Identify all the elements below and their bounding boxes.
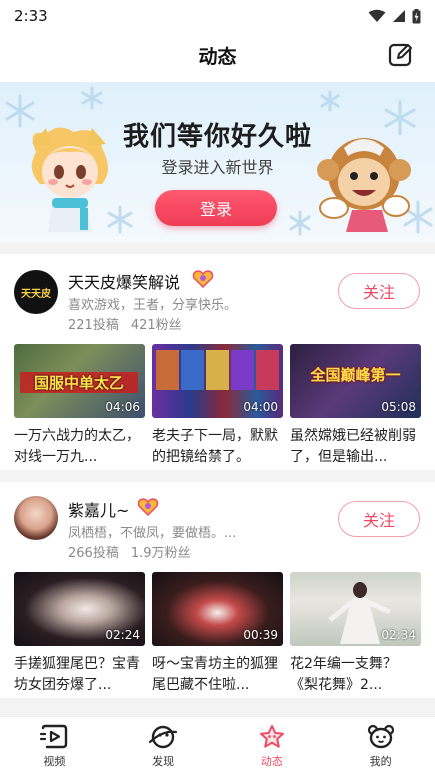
- fan-count: 1.9万粉丝: [130, 546, 191, 561]
- thumbnail-caption: 国服中单太乙: [20, 372, 138, 393]
- avatar[interactable]: [14, 496, 58, 540]
- video-play-icon: [40, 724, 68, 749]
- video-item[interactable]: 国服中单太乙 04:06 一万六战力的太乙，对线一万九...: [14, 344, 145, 468]
- bottom-tab-bar: 视频 发现 动态 我的: [0, 716, 435, 773]
- edit-button[interactable]: [387, 41, 415, 69]
- login-button[interactable]: 登录: [155, 190, 277, 226]
- app-header: 动态: [0, 32, 435, 78]
- tab-label: 视频: [43, 755, 66, 768]
- video-thumbnail[interactable]: 02:24: [14, 572, 145, 646]
- banner-subtitle: 登录进入新世界: [161, 158, 274, 177]
- follow-button[interactable]: 关注: [338, 273, 420, 309]
- status-icons: [368, 8, 421, 24]
- tab-label: 我的: [369, 755, 392, 768]
- video-thumbnail[interactable]: 02:34: [290, 572, 421, 646]
- section-divider: [0, 698, 435, 716]
- video-item[interactable]: 全国巅峰第一 05:08 虽然嫦娥已经被削弱了，但是输出...: [290, 344, 421, 468]
- video-title[interactable]: 老夫子下一局，默默的把镜给禁了。: [152, 426, 283, 468]
- edit-icon: [388, 43, 412, 67]
- tab-discover[interactable]: 发现: [109, 717, 218, 773]
- user-stats: 221投稿 421粉丝: [68, 314, 182, 333]
- status-time: 2:33: [14, 7, 48, 25]
- bear-face-icon: [367, 724, 394, 749]
- tab-video[interactable]: 视频: [0, 717, 109, 773]
- video-duration: 04:00: [243, 400, 278, 414]
- video-item[interactable]: 02:34 花2年编一支舞？《梨花舞》2...: [290, 572, 421, 696]
- signal-icon: [393, 10, 405, 22]
- video-duration: 04:06: [105, 400, 140, 414]
- hero-grid: [156, 350, 279, 390]
- section-divider: [0, 470, 435, 482]
- video-duration: 05:08: [381, 400, 416, 414]
- video-title[interactable]: 花2年编一支舞？《梨花舞》2...: [290, 654, 421, 696]
- status-bar: 2:33: [0, 0, 435, 32]
- video-duration: 02:34: [381, 628, 416, 642]
- star-icon: [259, 725, 284, 748]
- banner-title: 我们等你好久啦: [122, 122, 312, 152]
- user-stats: 266投稿 1.9万粉丝: [68, 542, 191, 561]
- section-divider: [0, 242, 435, 254]
- feed-card: 天天皮 天天皮爆笑解说 喜欢游戏，王者，分享快乐。 221投稿 421粉丝 关注 …: [0, 268, 435, 468]
- video-row: 国服中单太乙 04:06 一万六战力的太乙，对线一万九... 04:00 老夫子…: [14, 344, 421, 468]
- login-banner[interactable]: 我们等你好久啦 登录进入新世界 登录: [0, 82, 435, 242]
- video-row: 02:24 手搓狐狸尾巴？宝青坊女团夯爆了... 00:39 呀～宝青坊主的狐狸…: [14, 572, 421, 696]
- post-count: 221投稿: [68, 318, 119, 333]
- user-name[interactable]: 天天皮爆笑解说: [68, 269, 180, 293]
- video-duration: 00:39: [243, 628, 278, 642]
- tab-mine[interactable]: 我的: [326, 717, 435, 773]
- vip-heart-icon: [192, 270, 214, 288]
- avatar-text: 天天皮: [21, 288, 51, 300]
- video-thumbnail[interactable]: 国服中单太乙 04:06: [14, 344, 145, 418]
- video-item[interactable]: 00:39 呀～宝青坊主的狐狸尾巴藏不住啦...: [152, 572, 283, 696]
- video-title[interactable]: 虽然嫦娥已经被削弱了，但是输出...: [290, 426, 421, 468]
- video-title[interactable]: 手搓狐狸尾巴？宝青坊女团夯爆了...: [14, 654, 145, 696]
- video-item[interactable]: 02:24 手搓狐狸尾巴？宝青坊女团夯爆了...: [14, 572, 145, 696]
- video-thumbnail[interactable]: 04:00: [152, 344, 283, 418]
- user-description: 喜欢游戏，王者，分享快乐。: [68, 298, 238, 313]
- user-name[interactable]: 紫嘉儿~: [68, 497, 129, 521]
- video-thumbnail[interactable]: 00:39: [152, 572, 283, 646]
- post-count: 266投稿: [68, 546, 119, 561]
- video-title[interactable]: 一万六战力的太乙，对线一万九...: [14, 426, 145, 468]
- fan-count: 421粉丝: [130, 318, 182, 333]
- avatar[interactable]: 天天皮: [14, 270, 58, 314]
- video-title[interactable]: 呀～宝青坊主的狐狸尾巴藏不住啦...: [152, 654, 283, 696]
- planet-icon: [149, 725, 178, 749]
- tab-feed[interactable]: 动态: [218, 717, 327, 773]
- wifi-icon: [368, 9, 386, 22]
- battery-charging-icon: [412, 8, 421, 23]
- user-description: 凤栖梧，不做凤，要做梧。...: [68, 526, 237, 541]
- feed-card: 紫嘉儿~ 凤栖梧，不做凤，要做梧。... 266投稿 1.9万粉丝 关注 02:2…: [0, 496, 435, 696]
- video-item[interactable]: 04:00 老夫子下一局，默默的把镜给禁了。: [152, 344, 283, 468]
- tab-label: 发现: [152, 755, 175, 768]
- page-title: 动态: [198, 45, 237, 68]
- video-duration: 02:24: [105, 628, 140, 642]
- tab-label: 动态: [260, 755, 283, 768]
- thumbnail-caption: 全国巅峰第一: [310, 366, 401, 384]
- vip-heart-icon: [137, 498, 159, 516]
- follow-button[interactable]: 关注: [338, 501, 420, 537]
- video-thumbnail[interactable]: 全国巅峰第一 05:08: [290, 344, 421, 418]
